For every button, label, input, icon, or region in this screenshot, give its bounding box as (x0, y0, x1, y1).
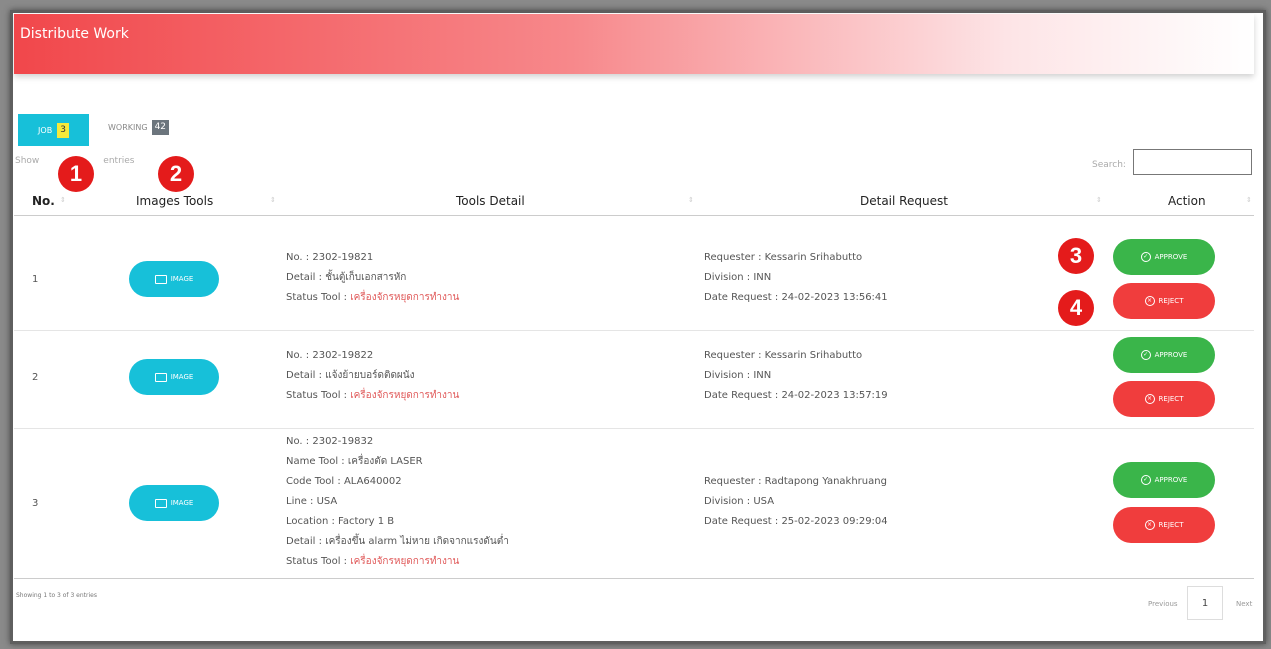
request-detail: Requester : Radtapong Yanakhruang Divisi… (704, 476, 888, 527)
column-tools-detail[interactable]: Tools Detail (456, 194, 525, 208)
column-action[interactable]: Action (1168, 194, 1206, 208)
image-button[interactable]: IMAGE (129, 261, 219, 297)
x-circle-icon: × (1144, 394, 1155, 404)
row-number: 3 (32, 498, 39, 509)
image-button[interactable]: IMAGE (129, 485, 219, 521)
x-circle-icon: × (1144, 520, 1155, 530)
previous-page-link[interactable]: Previous (1148, 600, 1178, 608)
annotation-marker-3: 3 (1058, 238, 1094, 274)
row-number: 1 (32, 274, 39, 285)
x-circle-icon: × (1144, 296, 1155, 306)
image-button[interactable]: IMAGE (129, 359, 219, 395)
tab-working-label: WORKING (108, 123, 148, 132)
page-header: Distribute Work (14, 14, 1254, 74)
column-no[interactable]: No. (32, 194, 55, 208)
reject-button[interactable]: × REJECT (1113, 507, 1215, 543)
search-label: Search: (1092, 160, 1126, 170)
tools-detail: No. : 2302-19822 Detail : แจ้งย้ายบอร์ดต… (286, 350, 460, 401)
app-window (10, 10, 1266, 644)
search-input[interactable] (1133, 149, 1252, 175)
tab-job-label: JOB (38, 125, 53, 135)
row-divider (14, 330, 1254, 331)
approve-button[interactable]: ✓ APPROVE (1113, 462, 1215, 498)
image-icon (154, 372, 167, 382)
sort-icon: ⇕ (1096, 196, 1102, 204)
request-detail: Requester : Kessarin Srihabutto Division… (704, 350, 888, 401)
approve-button[interactable]: ✓ APPROVE (1113, 239, 1215, 275)
sort-icon: ⇕ (60, 196, 66, 204)
request-detail: Requester : Kessarin Srihabutto Division… (704, 252, 888, 303)
page-1-button[interactable]: 1 (1187, 586, 1223, 620)
annotation-marker-2: 2 (158, 156, 194, 192)
sort-icon: ⇕ (270, 196, 276, 204)
working-count-badge: 42 (151, 120, 170, 135)
approve-button[interactable]: ✓ APPROVE (1113, 337, 1215, 373)
check-circle-icon: ✓ (1140, 475, 1151, 485)
column-detail-request[interactable]: Detail Request (860, 194, 948, 208)
image-icon (154, 274, 167, 284)
page-title: Distribute Work (20, 26, 129, 42)
next-page-link[interactable]: Next (1236, 600, 1252, 608)
annotation-marker-4: 4 (1058, 290, 1094, 326)
tab-job[interactable]: JOB 3 (18, 114, 89, 146)
tools-detail: No. : 2302-19832 Name Tool : เครื่องตัด … (286, 436, 509, 567)
reject-button[interactable]: × REJECT (1113, 283, 1215, 319)
tools-detail: No. : 2302-19821 Detail : ชั้นตู้เก็บเอก… (286, 252, 460, 303)
sort-icon: ⇕ (688, 196, 694, 204)
image-icon (154, 498, 167, 508)
annotation-marker-1: 1 (58, 156, 94, 192)
row-divider (14, 428, 1254, 429)
table-footer-divider (14, 578, 1254, 579)
check-circle-icon: ✓ (1140, 252, 1151, 262)
table-header: No. ⇕ Images Tools ⇕ Tools Detail ⇕ Deta… (14, 188, 1254, 216)
sort-icon: ⇕ (1246, 196, 1252, 204)
reject-button[interactable]: × REJECT (1113, 381, 1215, 417)
entries-info: Showing 1 to 3 of 3 entries (16, 592, 97, 599)
row-number: 2 (32, 372, 39, 383)
check-circle-icon: ✓ (1140, 350, 1151, 360)
column-images-tools[interactable]: Images Tools (136, 194, 213, 208)
job-count-badge: 3 (57, 122, 69, 138)
tab-working[interactable]: WORKING 42 (108, 120, 170, 135)
